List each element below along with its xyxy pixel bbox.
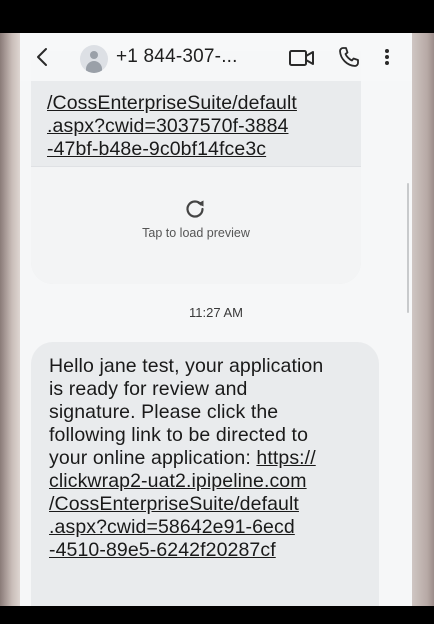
chevron-left-icon[interactable] bbox=[32, 45, 54, 69]
previous-message-link-line-3[interactable]: -47bf-b48e-9c0bf14fce3c bbox=[47, 139, 266, 160]
message-link-line-2[interactable]: /CossEnterpriseSuite/default bbox=[49, 493, 299, 516]
message-line-2: is ready for review and bbox=[49, 378, 248, 400]
message-link-line-3[interactable]: .aspx?cwid=58642e91-6ecd bbox=[49, 516, 295, 539]
previous-message-link-line-2[interactable]: .aspx?cwid=3037570f-3884 bbox=[47, 116, 288, 137]
previous-message-bubble: /CossEnterpriseSuite/default .aspx?cwid=… bbox=[31, 51, 361, 284]
message-link-line-1[interactable]: clickwrap2-uat2.ipipeline.com bbox=[49, 470, 307, 493]
message-line-1: Hello jane test, your application bbox=[49, 355, 324, 377]
message-line-5-text: your online application: bbox=[49, 447, 257, 469]
device-bottom-bar bbox=[0, 606, 434, 624]
video-call-icon[interactable] bbox=[288, 48, 316, 68]
link-preview-card[interactable]: Tap to load preview bbox=[31, 166, 361, 284]
more-vertical-icon[interactable] bbox=[382, 45, 392, 69]
background-edge-right bbox=[412, 33, 434, 606]
background-edge-left bbox=[0, 33, 20, 606]
contact-name[interactable]: +1 844-307-... bbox=[116, 46, 238, 68]
person-icon bbox=[90, 51, 98, 59]
scrollbar[interactable] bbox=[407, 183, 409, 313]
message-line-3: signature. Please click the bbox=[49, 401, 279, 423]
message-bubble[interactable]: Hello jane test, your application is rea… bbox=[31, 342, 379, 606]
message-timestamp: 11:27 AM bbox=[189, 305, 243, 320]
message-line-5: your online application: https:// bbox=[49, 447, 316, 470]
messaging-screen: /CossEnterpriseSuite/default .aspx?cwid=… bbox=[20, 33, 412, 606]
previous-message-link-line-1[interactable]: /CossEnterpriseSuite/default bbox=[47, 93, 297, 114]
reload-icon bbox=[186, 200, 204, 218]
message-line-4: following link to be directed to bbox=[49, 424, 309, 446]
message-link-start[interactable]: https:// bbox=[256, 447, 315, 469]
device-top-bar bbox=[0, 0, 434, 33]
phone-icon[interactable] bbox=[337, 45, 361, 69]
message-link-line-4[interactable]: -4510-89e5-6242f20287cf bbox=[49, 539, 276, 562]
avatar[interactable] bbox=[80, 45, 108, 73]
preview-label: Tap to load preview bbox=[142, 226, 250, 240]
conversation-header: +1 844-307-... bbox=[20, 33, 412, 81]
